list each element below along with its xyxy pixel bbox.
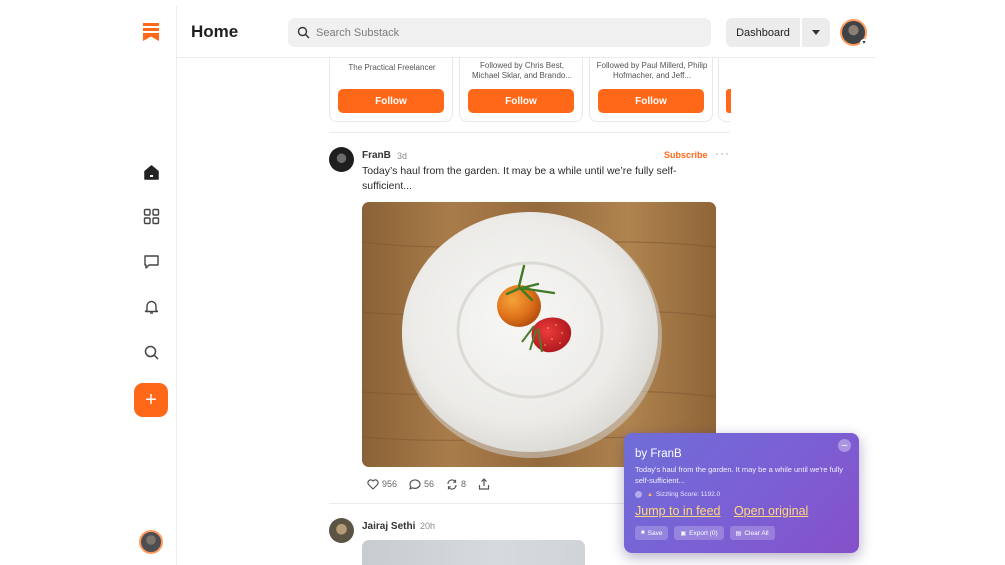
restack-icon — [447, 478, 457, 490]
dashboard-button[interactable]: Dashboard — [726, 18, 800, 47]
heart-icon — [367, 478, 379, 490]
bell-icon — [144, 300, 158, 314]
dashboard-dropdown-button[interactable] — [802, 18, 830, 47]
more-options-icon[interactable]: ··· — [715, 146, 730, 160]
open-original-link[interactable]: Open original — [734, 504, 808, 518]
comment-button[interactable]: 56 — [409, 478, 435, 490]
home-icon — [143, 164, 159, 180]
sidebar-avatar[interactable] — [139, 530, 163, 554]
post-author-name[interactable]: Jairaj Sethi — [362, 521, 415, 532]
grid-icon — [143, 208, 159, 224]
clear-all-label: Clear All — [744, 529, 769, 537]
sidebar-item-notifications[interactable] — [141, 296, 161, 316]
jump-to-feed-link[interactable]: Jump to in feed — [635, 504, 720, 518]
feed-divider — [329, 132, 730, 133]
follow-button[interactable]: Follow — [338, 89, 444, 113]
subscribe-button[interactable]: Subscribe — [664, 150, 708, 160]
follow-button-partial[interactable] — [726, 89, 731, 113]
share-icon — [478, 478, 490, 490]
card-subtitle: The Practical Freelancer — [348, 63, 436, 72]
save-button[interactable]: ■ Save — [635, 526, 669, 540]
page-title: Home — [191, 22, 239, 41]
recommendation-card: Followed by Paul Millerd, Philip Hofmach… — [589, 58, 713, 122]
post-timestamp: 3d — [397, 151, 408, 161]
sidebar-item-search[interactable] — [141, 342, 161, 362]
follow-button[interactable]: Follow — [598, 89, 704, 113]
new-post-button[interactable]: + — [134, 383, 168, 417]
recommendation-card: Followed by Chris Best, Michael Sklar, a… — [459, 58, 583, 122]
post-body-text: Today’s haul from the garden. It may be … — [362, 165, 677, 192]
follow-button[interactable]: Follow — [468, 89, 574, 113]
export-button[interactable]: ▣ Export (0) — [674, 526, 724, 540]
left-sidebar: + — [129, 6, 177, 565]
export-icon: ▣ — [680, 530, 687, 537]
flame-icon: ▲ — [647, 491, 653, 498]
status-dot-icon — [635, 491, 642, 498]
post-actions: 956 56 8 — [367, 477, 505, 491]
panel-title: by FranB — [635, 448, 682, 460]
like-count: 956 — [382, 479, 398, 489]
comment-count: 56 — [424, 479, 435, 489]
sizzling-score: ▲ Sizzling Score: 1192.0 — [635, 491, 720, 498]
top-header: Home Dashboard ▾ — [177, 6, 876, 58]
avatar-caret-icon[interactable]: ▾ — [860, 39, 868, 47]
sidebar-item-home[interactable] — [141, 162, 161, 182]
search-icon — [144, 345, 159, 360]
chat-icon — [143, 254, 159, 269]
post-timestamp: 20h — [420, 521, 436, 531]
sidebar-item-chat[interactable] — [141, 251, 161, 271]
share-button[interactable] — [478, 478, 493, 490]
search-input[interactable] — [316, 26, 696, 39]
panel-actions: ■ Save ▣ Export (0) ▤ Clear All — [635, 526, 781, 540]
save-icon: ■ — [641, 530, 645, 536]
close-icon[interactable]: – — [838, 439, 851, 452]
plus-icon: + — [145, 389, 157, 411]
post-image[interactable] — [362, 202, 716, 467]
substack-logo-icon[interactable] — [142, 22, 160, 42]
post-author-avatar[interactable] — [329, 147, 354, 172]
score-text: Sizzling Score: 1192.0 — [655, 491, 721, 498]
feed-helper-panel: – by FranB Today's haul from the garden.… — [624, 433, 859, 553]
card-subtitle: Followed by Paul Millerd, Philip Hofmach… — [596, 61, 708, 80]
save-label: Save — [647, 529, 663, 537]
post-author-avatar[interactable] — [329, 518, 354, 543]
recommendation-card-partial — [718, 58, 731, 122]
panel-links: Jump to in feed Open original — [635, 504, 818, 518]
sidebar-item-explore[interactable] — [141, 206, 161, 226]
post-author-name[interactable]: FranB — [362, 150, 391, 161]
card-subtitle: Followed by Chris Best, Michael Sklar, a… — [471, 61, 573, 80]
restack-count: 8 — [461, 479, 467, 489]
post-image[interactable] — [362, 540, 585, 565]
panel-snippet: Today's haul from the garden. It may be … — [635, 465, 843, 485]
search-icon — [297, 26, 310, 39]
trash-icon: ▤ — [735, 530, 742, 537]
like-button[interactable]: 956 — [367, 478, 398, 490]
recommendation-card: The Practical Freelancer Follow — [329, 58, 453, 122]
caret-down-icon — [812, 30, 820, 35]
export-label: Export (0) — [689, 529, 718, 537]
clear-all-button[interactable]: ▤ Clear All — [729, 526, 775, 540]
app-window: + Home Dashboard ▾ The Practical Freelan… — [129, 6, 876, 565]
comment-icon — [409, 478, 421, 490]
search-bar[interactable] — [288, 18, 711, 47]
restack-button[interactable]: 8 — [446, 478, 467, 490]
